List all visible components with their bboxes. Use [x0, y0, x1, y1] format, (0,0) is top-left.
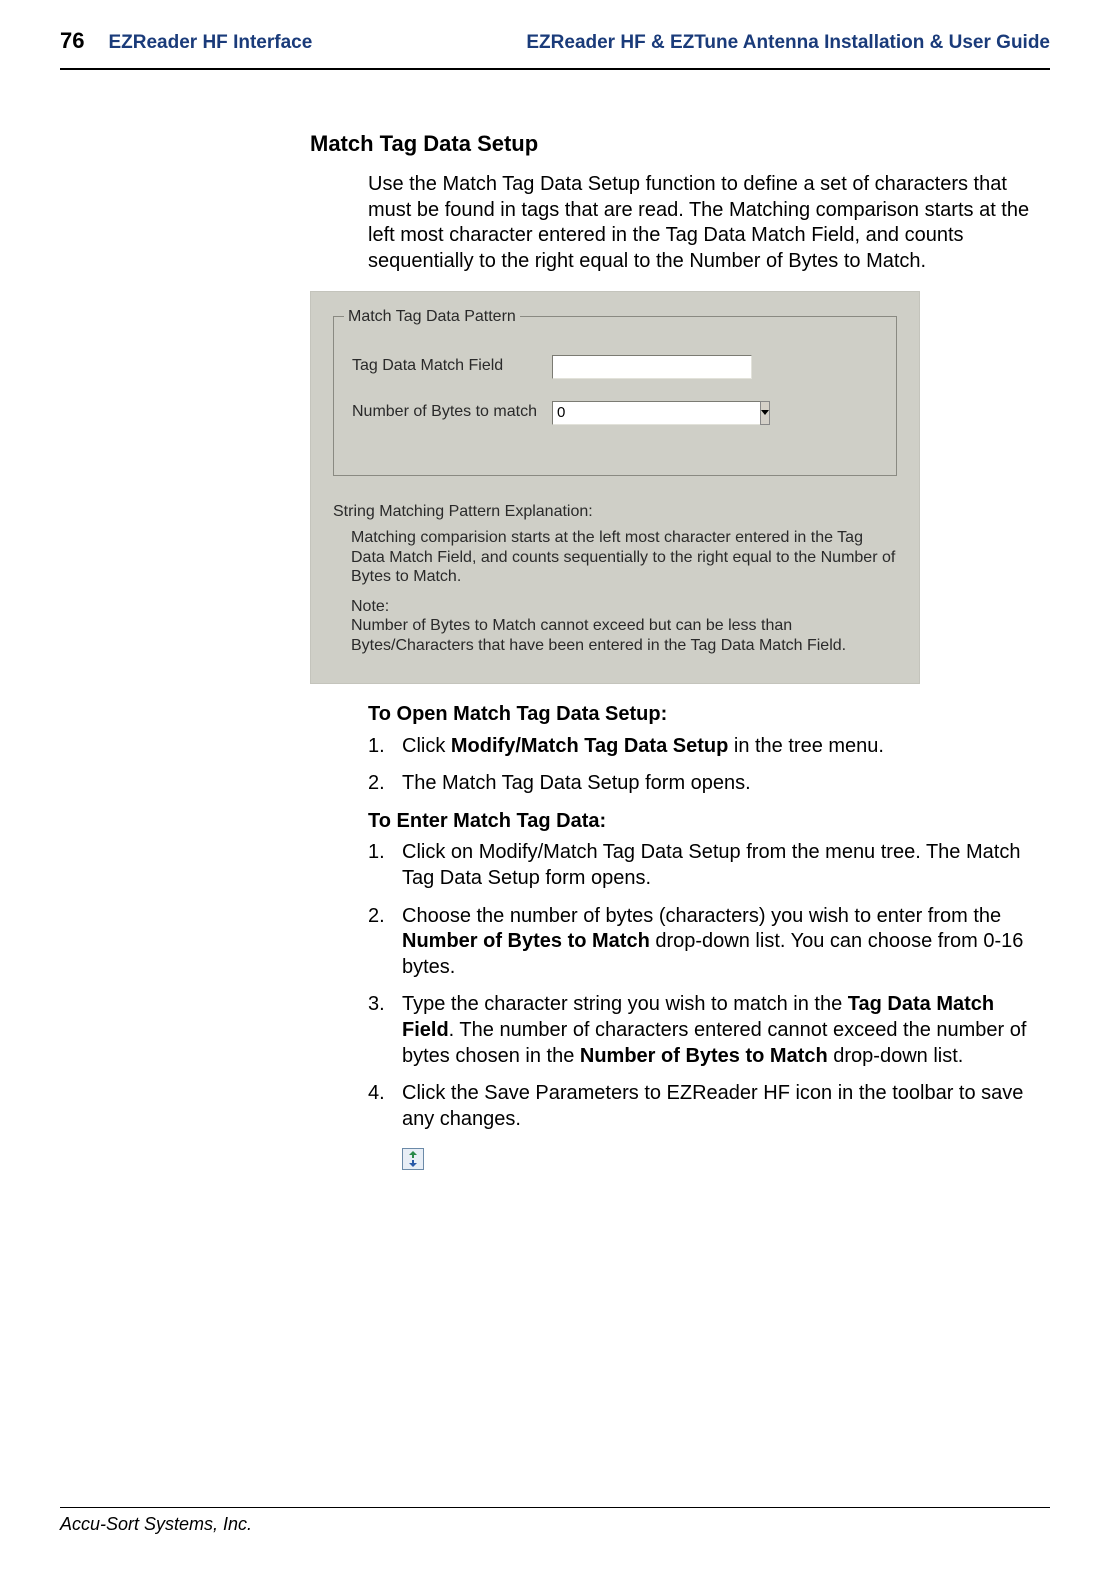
step-body: Choose the number of bytes (characters) …	[402, 904, 1050, 981]
explanation-p1: Matching comparision starts at the left …	[351, 528, 897, 587]
chevron-down-icon	[761, 410, 769, 416]
step-number: 2.	[368, 904, 402, 981]
procedure-open-heading: To Open Match Tag Data Setup:	[368, 702, 1050, 728]
procedure-enter-heading: To Enter Match Tag Data:	[368, 809, 1050, 835]
bytes-to-match-label: Number of Bytes to match	[352, 402, 552, 422]
footer-rule	[60, 1507, 1050, 1508]
procedure-open-steps: 1. Click Modify/Match Tag Data Setup in …	[368, 734, 1050, 797]
save-parameters-icon	[402, 1148, 424, 1170]
page-number: 76	[60, 28, 84, 54]
step-body: Click Modify/Match Tag Data Setup in the…	[402, 734, 1050, 760]
explanation-body: Matching comparision starts at the left …	[351, 528, 897, 655]
page-footer: Accu-Sort Systems, Inc.	[60, 1507, 1050, 1535]
step-number: 1.	[368, 734, 402, 760]
step-number: 1.	[368, 840, 402, 891]
bytes-to-match-row: Number of Bytes to match	[352, 401, 878, 425]
step-body: Click the Save Parameters to EZReader HF…	[402, 1081, 1050, 1132]
dropdown-button[interactable]	[760, 401, 770, 425]
list-item: 2. Choose the number of bytes (character…	[368, 904, 1050, 981]
note-label: Note:	[351, 598, 389, 615]
header-left-title: EZReader HF Interface	[108, 32, 312, 54]
step-number: 2.	[368, 771, 402, 797]
dialog-screenshot: Match Tag Data Pattern Tag Data Match Fi…	[310, 291, 920, 685]
bytes-to-match-combo[interactable]	[552, 401, 752, 425]
page-header: 76 EZReader HF Interface EZReader HF & E…	[60, 28, 1050, 64]
explanation-note: Note: Number of Bytes to Match cannot ex…	[351, 597, 897, 656]
main-content: Match Tag Data Setup Use the Match Tag D…	[310, 70, 1050, 1178]
tag-data-match-label: Tag Data Match Field	[352, 356, 552, 376]
procedure-enter-steps: 1. Click on Modify/Match Tag Data Setup …	[368, 840, 1050, 1132]
tag-data-match-field[interactable]	[552, 355, 752, 379]
list-item: 4. Click the Save Parameters to EZReader…	[368, 1081, 1050, 1132]
bytes-to-match-input[interactable]	[552, 401, 760, 425]
list-item: 3. Type the character string you wish to…	[368, 992, 1050, 1069]
explanation-p2: Number of Bytes to Match cannot exceed b…	[351, 617, 846, 654]
tag-data-match-row: Tag Data Match Field	[352, 355, 878, 379]
step-body: The Match Tag Data Setup form opens.	[402, 771, 1050, 797]
section-intro: Use the Match Tag Data Setup function to…	[368, 172, 1050, 274]
list-item: 2. The Match Tag Data Setup form opens.	[368, 771, 1050, 797]
step-number: 3.	[368, 992, 402, 1069]
step-body: Click on Modify/Match Tag Data Setup fro…	[402, 840, 1050, 891]
section-title: Match Tag Data Setup	[310, 130, 1050, 158]
list-item: 1. Click Modify/Match Tag Data Setup in …	[368, 734, 1050, 760]
step-body: Type the character string you wish to ma…	[402, 992, 1050, 1069]
header-right-title: EZReader HF & EZTune Antenna Installatio…	[526, 32, 1050, 54]
match-tag-data-pattern-group: Match Tag Data Pattern Tag Data Match Fi…	[333, 316, 897, 476]
explanation-title: String Matching Pattern Explanation:	[333, 502, 897, 522]
footer-company: Accu-Sort Systems, Inc.	[60, 1514, 1050, 1535]
groupbox-legend: Match Tag Data Pattern	[344, 307, 520, 327]
step-number: 4.	[368, 1081, 402, 1132]
list-item: 1. Click on Modify/Match Tag Data Setup …	[368, 840, 1050, 891]
